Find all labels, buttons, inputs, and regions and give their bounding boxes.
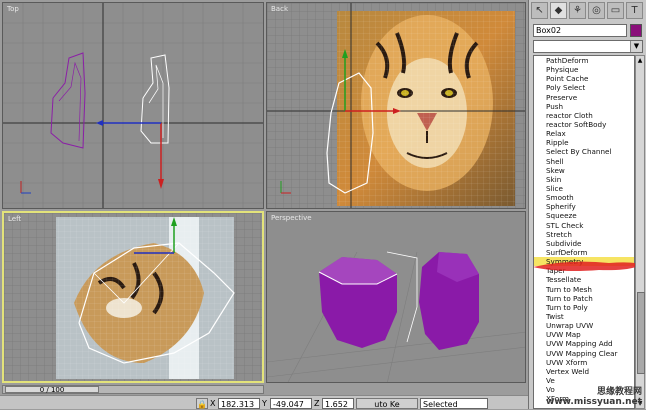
viewport-perspective[interactable]: Perspective (266, 211, 526, 383)
z-coordinate-field[interactable]: 1.652 (322, 398, 354, 409)
y-label: Y (262, 399, 267, 408)
modify-icon[interactable]: ◆ (550, 2, 567, 19)
viewport-top[interactable]: Top (2, 2, 264, 209)
modifier-list-item[interactable]: Turn to Mesh (534, 285, 634, 294)
modifier-list-item[interactable]: Unwrap UVW (534, 321, 634, 330)
hierarchy-icon[interactable]: ⚘ (569, 2, 586, 19)
watermark-line1: 思缘教程网 (596, 387, 642, 397)
modifier-list-item[interactable]: Shell (534, 157, 634, 166)
time-slider-track[interactable]: 0 / 100 (2, 385, 264, 394)
chevron-down-icon[interactable]: ▼ (630, 41, 642, 52)
modifier-list-item[interactable]: Point Cache (534, 74, 634, 83)
viewport-label-left[interactable]: Left (8, 215, 21, 223)
viewport-label-top[interactable]: Top (7, 5, 19, 13)
modifier-list-item[interactable]: Ripple (534, 138, 634, 147)
watermark-line2: www.missyuan.net (546, 397, 642, 407)
modifier-list-item[interactable]: Vertex Weld (534, 367, 634, 376)
viewport-left[interactable]: Left (2, 211, 264, 383)
object-name-field[interactable]: Box02 (533, 24, 627, 37)
modifier-list-item[interactable]: STL Check (534, 221, 634, 230)
modifier-list[interactable]: PathDeform Physique Point Cache Poly Select… (533, 55, 635, 409)
create-icon[interactable]: ↖ (531, 2, 548, 19)
object-color-swatch[interactable] (630, 24, 642, 37)
modifier-list-item[interactable]: Squeeze (534, 211, 634, 220)
red-highlight-stroke (533, 261, 641, 271)
y-coordinate-field[interactable]: -49.047 (270, 398, 312, 409)
selection-set-dropdown[interactable]: Selected (420, 398, 488, 409)
auto-key-button[interactable]: uto Ke (356, 398, 418, 409)
utilities-icon[interactable]: T (626, 2, 643, 19)
modifier-list-item[interactable]: Physique (534, 65, 634, 74)
viewport-label-back[interactable]: Back (271, 5, 288, 13)
modifier-list-item[interactable]: Preserve (534, 93, 634, 102)
modifier-list-item[interactable]: Stretch (534, 230, 634, 239)
scrollbar-thumb[interactable] (637, 292, 645, 374)
modifier-list-item[interactable]: Slice (534, 184, 634, 193)
modifier-list-item[interactable]: Push (534, 102, 634, 111)
modifier-list-item[interactable]: UVW Map (534, 330, 634, 339)
status-bar: 🔒 X 182.313 Y -49.047 Z 1.652 uto Ke Sel… (0, 395, 528, 409)
z-label: Z (314, 399, 320, 408)
back-viewport-scene (267, 3, 525, 208)
modifier-list-item[interactable]: UVW Mapping Add (534, 339, 634, 348)
command-panel-tabs: ↖ ◆ ⚘ ◎ ▭ T (531, 2, 645, 20)
modifier-list-item[interactable]: PathDeform (534, 56, 634, 65)
x-coordinate-field[interactable]: 182.313 (218, 398, 260, 409)
time-slider[interactable]: 0 / 100 (5, 386, 99, 394)
x-label: X (210, 399, 216, 408)
modifier-list-item[interactable]: Turn to Poly (534, 303, 634, 312)
modifier-list-item[interactable]: Poly Select (534, 83, 634, 92)
modifier-list-item[interactable]: UVW Xform (534, 358, 634, 367)
modifier-list-item[interactable]: reactor SoftBody (534, 120, 634, 129)
modifier-list-item[interactable]: UVW Mapping Clear (534, 349, 634, 358)
scroll-up-icon[interactable]: ▲ (636, 56, 644, 65)
modifier-list-dropdown[interactable]: ▼ (533, 40, 643, 53)
lock-icon[interactable]: 🔒 (196, 398, 208, 409)
viewport-label-perspective[interactable]: Perspective (271, 214, 312, 222)
top-viewport-scene (3, 3, 263, 208)
modifier-list-item[interactable]: Select By Channel (534, 147, 634, 156)
viewport-back[interactable]: Back (266, 2, 526, 209)
modifier-list-item[interactable]: Skin (534, 175, 634, 184)
modifier-list-item[interactable]: Spherify (534, 202, 634, 211)
modifier-list-item[interactable]: Twist (534, 312, 634, 321)
modifier-list-item[interactable]: Skew (534, 166, 634, 175)
display-icon[interactable]: ▭ (607, 2, 624, 19)
motion-icon[interactable]: ◎ (588, 2, 605, 19)
modifier-list-item[interactable]: Ve (534, 376, 634, 385)
modifier-list-item[interactable]: Smooth (534, 193, 634, 202)
watermark: 思缘教程网 www.missyuan.net (546, 387, 642, 407)
perspective-viewport-scene (267, 251, 525, 382)
modifier-list-item[interactable]: Relax (534, 129, 634, 138)
command-panel: ↖ ◆ ⚘ ◎ ▭ T Box02 ▼ PathDeform Physique Po… (528, 0, 646, 409)
modifier-list-item[interactable]: reactor Cloth (534, 111, 634, 120)
modifier-list-item[interactable]: Subdivide (534, 239, 634, 248)
modifier-list-item[interactable]: Turn to Patch (534, 294, 634, 303)
modifier-list-scrollbar[interactable]: ▲ ▼ (635, 55, 645, 409)
left-viewport-scene (4, 213, 262, 381)
